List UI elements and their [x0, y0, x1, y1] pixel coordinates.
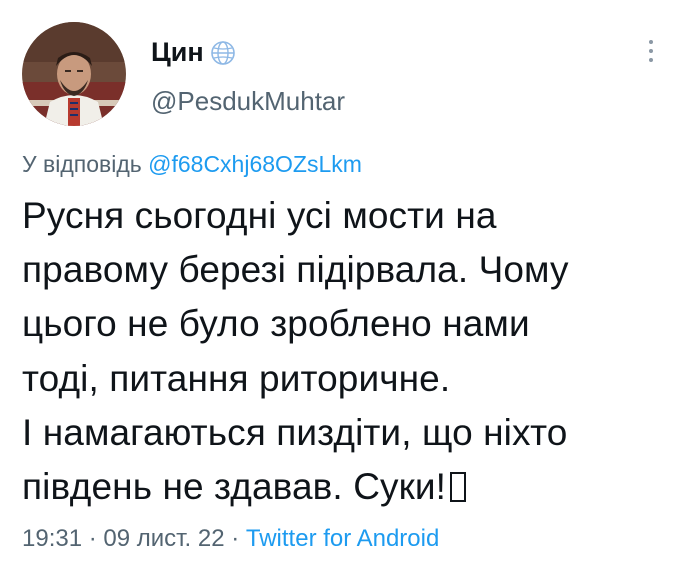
tweet-line: правому березі підірвала. Чому	[22, 249, 569, 291]
tweet-date[interactable]: 09 лист. 22	[103, 525, 224, 552]
avatar[interactable]	[22, 22, 126, 126]
reply-context: У відповідь @f68Cxhj68OZsLkm	[22, 150, 362, 178]
tweet-line-last: південь не здавав. Суки!	[22, 460, 672, 514]
tweet-line-text: південь не здавав. Суки!	[22, 466, 447, 508]
tweet-meta: 19:31 · 09 лист. 22 · Twitter for Androi…	[22, 524, 439, 554]
tweet-line: Русня сьогодні усі мости на	[22, 195, 497, 236]
meta-separator: ·	[88, 525, 97, 552]
user-handle[interactable]: @PesdukMuhtar	[151, 86, 345, 116]
meta-separator: ·	[231, 525, 240, 552]
missing-emoji-box-icon	[450, 472, 467, 503]
display-name[interactable]: Цин	[151, 36, 204, 68]
reply-prefix: У відповідь	[22, 151, 142, 177]
tweet-line: І намагаються пиздіти, що ніхто	[22, 411, 568, 453]
tweet-card: Цин @PesdukMuhtar У відповідь @f68Cxhj68…	[0, 0, 680, 567]
reply-mention-link[interactable]: @f68Cxhj68OZsLkm	[148, 151, 362, 177]
more-dot	[649, 49, 653, 53]
more-dot	[649, 40, 653, 44]
tweet-line: тоді, питання риторичне.	[22, 357, 451, 399]
globe-icon	[209, 39, 237, 67]
tweet-line: цього не було зроблено нами	[22, 303, 530, 345]
more-dot	[649, 58, 653, 62]
tweet-source-link[interactable]: Twitter for Android	[246, 525, 439, 552]
tweet-text: Русня сьогодні усі мости на правому бере…	[22, 189, 672, 514]
tweet-time[interactable]: 19:31	[22, 525, 82, 552]
more-options-icon[interactable]	[645, 40, 657, 70]
